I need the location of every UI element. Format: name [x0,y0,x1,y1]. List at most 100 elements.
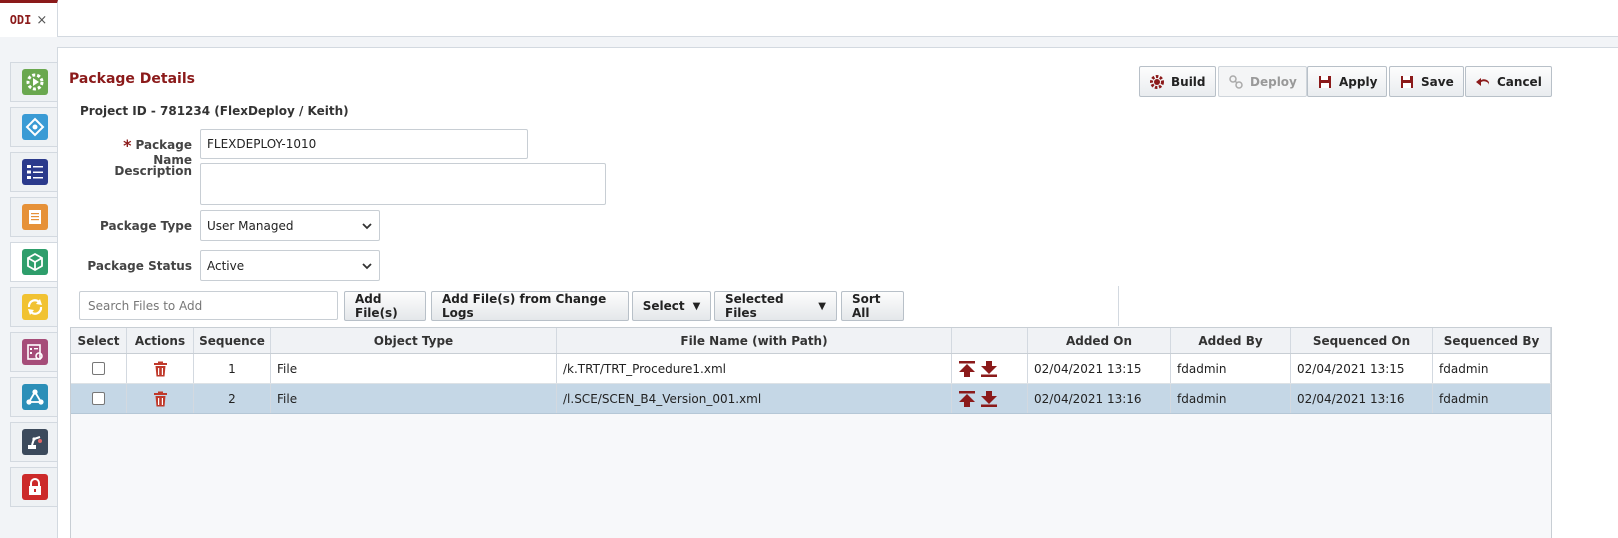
package-details-panel: Package Details Build Deploy Apply Save … [57,47,1618,538]
rail-item-report[interactable] [10,332,58,372]
deploy-button[interactable]: Deploy [1218,66,1307,97]
trash-icon[interactable] [153,361,168,377]
col-added-by[interactable]: Added By [1171,328,1291,353]
tab-odi[interactable]: ODI × [0,0,58,37]
rail-item-sync[interactable] [10,287,58,327]
col-object-type[interactable]: Object Type [271,328,557,353]
sequenced-on-cell: 02/04/2021 13:15 [1291,354,1433,383]
sort-all-button[interactable]: Sort All [841,291,904,321]
caret-down-icon: ▼ [818,300,826,312]
move-to-bottom-icon[interactable] [980,390,998,408]
rail-item-lock[interactable] [10,467,58,507]
lock-icon [21,474,48,500]
apply-button[interactable]: Apply [1307,66,1388,97]
package-status-value: Active [207,258,245,273]
table-row[interactable]: 1 File /k.TRT/TRT_Procedure1.xml 02/04/2… [71,354,1551,384]
save-button[interactable]: Save [1389,66,1464,97]
top-tab-bar: ODI × [0,0,1618,37]
save-disk-icon [1401,75,1413,88]
undo-icon [1476,77,1490,86]
add-files-button[interactable]: Add File(s) [344,291,426,321]
chevron-down-icon [362,262,372,269]
description-label: Description [114,164,192,178]
col-sequenced-on[interactable]: Sequenced On [1291,328,1433,353]
move-to-top-icon[interactable] [958,360,976,378]
select-cell [71,384,127,413]
page-title: Package Details [69,71,195,87]
tab-odi-label: ODI [9,13,32,27]
rail-item-topology[interactable] [10,377,58,417]
col-actions[interactable]: Actions [127,328,194,353]
row-checkbox[interactable] [92,362,105,375]
table-row-selected[interactable]: 2 File /l.SCE/SCEN_B4_Version_001.xml 02… [71,384,1551,414]
list-icon [21,159,48,185]
package-type-label: Package Type [100,219,192,233]
col-file-name[interactable]: File Name (with Path) [557,328,952,353]
move-to-top-icon[interactable] [958,390,976,408]
rail-item-document[interactable] [10,197,58,237]
package-type-value: User Managed [207,218,294,233]
package-type-select[interactable]: User Managed [200,210,380,241]
workflow-icon [21,114,48,140]
build-button-label: Build [1171,74,1206,89]
package-status-select[interactable]: Active [200,250,380,281]
selected-files-dropdown-button[interactable]: Selected Files ▼ [714,291,837,321]
file-name-cell: /l.SCE/SCEN_B4_Version_001.xml [557,384,952,413]
package-name-label: * Package Name [82,134,192,167]
files-table: Select Actions Sequence Object Type File… [70,327,1552,538]
rail-item-robot[interactable] [10,422,58,462]
object-type-cell: File [271,384,557,413]
package-name-input[interactable]: FLEXDEPLOY-1010 [200,129,528,159]
rail-item-package[interactable] [10,242,59,282]
deploy-icon [1229,74,1243,89]
added-by-cell: fdadmin [1171,354,1291,383]
col-sequence[interactable]: Sequence [194,328,271,353]
col-added-on[interactable]: Added On [1028,328,1171,353]
report-icon [21,339,48,365]
document-icon [21,204,48,230]
add-files-from-change-logs-button[interactable]: Add File(s) from Change Logs [431,291,629,321]
sequenced-on-cell: 02/04/2021 13:16 [1291,384,1433,413]
caret-down-icon: ▼ [692,300,701,312]
tool-rail [10,62,59,538]
row-checkbox[interactable] [92,392,105,405]
select-label: Select [642,299,685,313]
select-dropdown-button[interactable]: Select ▼ [632,291,711,321]
files-toolbar: Search Files to Add Add File(s) Add File… [73,286,1119,326]
sequence-cell: 2 [194,384,271,413]
col-move [952,328,1028,353]
sequence-cell: 1 [194,354,271,383]
move-cell [952,384,1028,413]
cancel-button-label: Cancel [1497,74,1542,89]
build-button[interactable]: Build [1139,66,1216,97]
object-type-cell: File [271,354,557,383]
col-select[interactable]: Select [71,328,127,353]
deploy-button-label: Deploy [1250,74,1297,89]
selected-files-label: Selected Files [725,292,784,320]
rail-item-build[interactable] [10,62,58,102]
gear-icon [1150,74,1164,89]
actions-cell [127,384,194,413]
apply-button-label: Apply [1339,74,1378,89]
sync-icon [21,294,48,320]
package-icon [21,249,48,275]
package-status-label: Package Status [87,259,192,273]
build-icon [21,69,48,95]
move-cell [952,354,1028,383]
rail-item-list[interactable] [10,152,58,192]
close-icon[interactable]: × [36,13,47,28]
rail-item-workflow[interactable] [10,107,58,147]
trash-icon[interactable] [153,391,168,407]
package-name-label-text: Package Name [135,138,193,167]
cancel-button[interactable]: Cancel [1465,66,1552,97]
project-info: Project ID - 781234 (FlexDeploy / Keith) [80,104,349,118]
sequenced-by-cell: fdadmin [1433,354,1551,383]
search-files-input[interactable]: Search Files to Add [79,291,338,320]
col-sequenced-by[interactable]: Sequenced By [1433,328,1551,353]
select-cell [71,354,127,383]
move-to-bottom-icon[interactable] [980,360,998,378]
description-input[interactable] [200,163,606,205]
required-marker: * [123,136,132,155]
added-on-cell: 02/04/2021 13:15 [1028,354,1171,383]
save-button-label: Save [1421,74,1454,89]
